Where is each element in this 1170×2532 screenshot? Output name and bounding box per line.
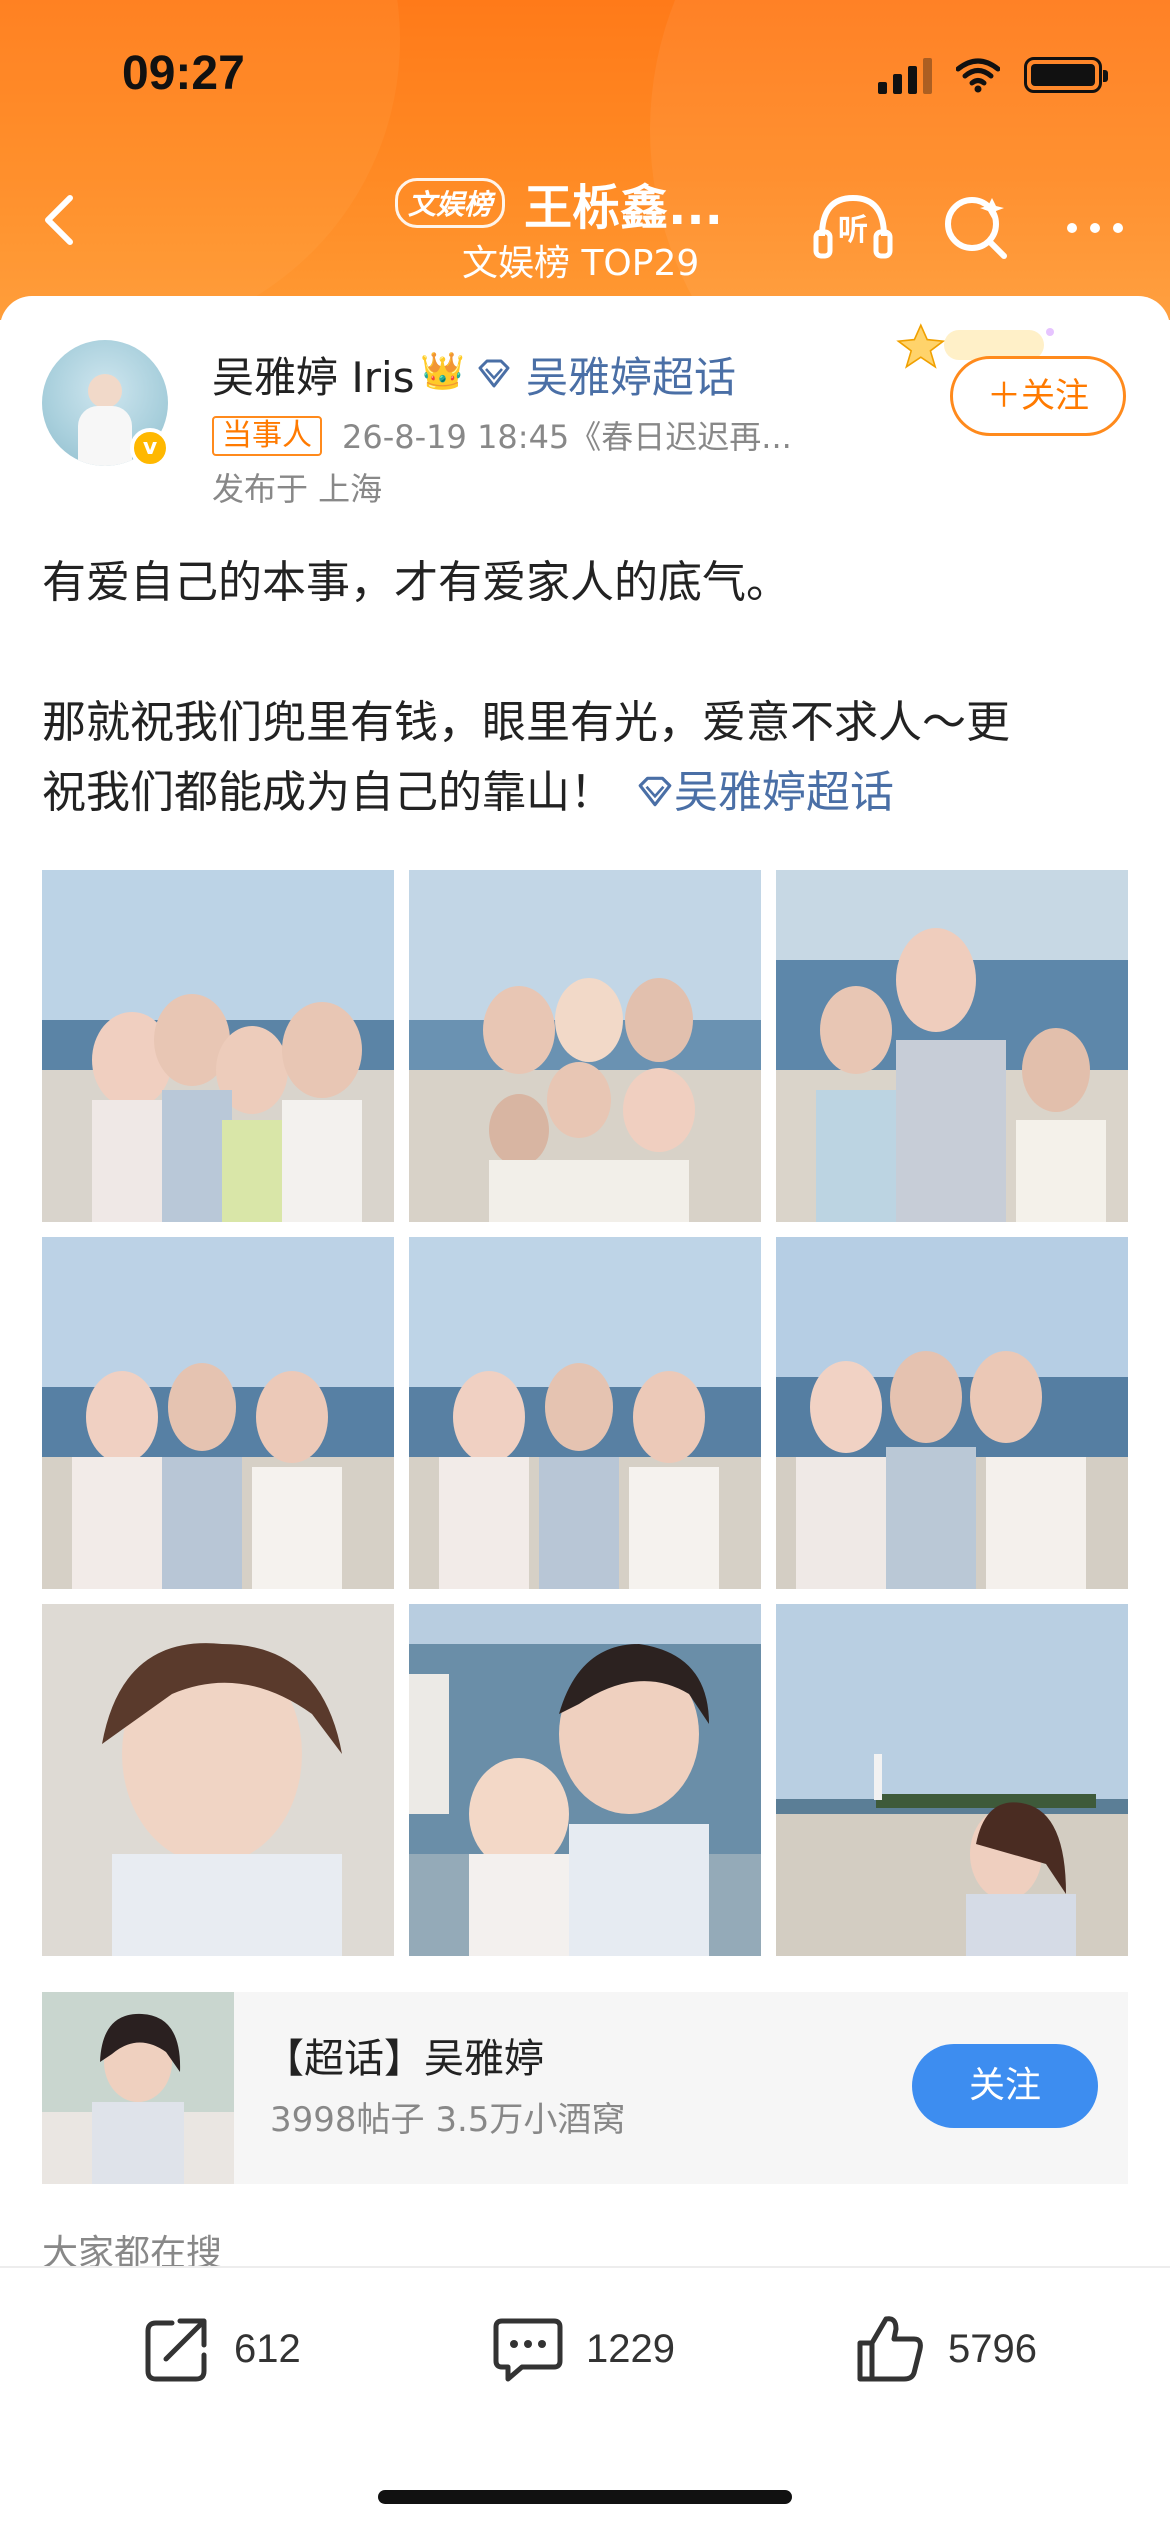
supertopic-stats: 3998帖子 3.5万小酒窝 (270, 2100, 626, 2140)
party-tag: 当事人 (212, 416, 322, 456)
author-name[interactable]: 吴雅婷 Iris (212, 344, 415, 405)
supertopic-title: 【超话】吴雅婷 (264, 2036, 544, 2082)
post-text-line: 那就祝我们兜里有钱，眼里有光，爱意不求人～更 (42, 697, 1010, 748)
comment-icon (493, 2318, 563, 2382)
photo[interactable] (776, 1604, 1128, 1956)
photo[interactable] (409, 1237, 761, 1589)
like-count: 5796 (948, 2326, 1037, 2371)
status-icons (878, 56, 1108, 94)
photo[interactable] (42, 1237, 394, 1589)
like-button[interactable]: 5796 (850, 2304, 1037, 2394)
supertopic-card[interactable]: 【超话】吴雅婷 3998帖子 3.5万小酒窝 关注 (42, 1992, 1128, 2184)
top-header: 09:27 文娱榜 王栎鑫... 文娱榜 TOP29 听 (0, 0, 1170, 320)
listen-icon[interactable]: 听 (808, 180, 898, 270)
photo[interactable] (42, 1604, 394, 1956)
battery-icon (1024, 57, 1108, 93)
supertopic-diamond-icon (478, 359, 510, 388)
inline-supertopic-link[interactable]: 吴雅婷超话 (674, 767, 894, 818)
ranking-subtitle: 文娱榜 TOP29 (462, 243, 700, 284)
like-icon (857, 2316, 923, 2382)
supertopic-follow-button[interactable]: 关注 (912, 2044, 1098, 2128)
supertopic-thumbnail (42, 1992, 234, 2184)
crown-icon: 👑 (420, 351, 465, 392)
post-text: 有爱自己的本事，才有爱家人的底气。 那就祝我们兜里有钱，眼里有光，爱意不求人～更… (42, 548, 1132, 828)
photo[interactable] (776, 1237, 1128, 1589)
page-title: 文娱榜 王栎鑫... (395, 168, 795, 238)
home-indicator (378, 2490, 792, 2504)
photo[interactable] (42, 870, 394, 1222)
post-text-line: 有爱自己的本事，才有爱家人的底气。 (42, 557, 790, 608)
share-count: 612 (234, 2326, 301, 2371)
supertopic-diamond-icon (638, 776, 672, 807)
search-icon[interactable] (930, 180, 1020, 270)
share-button[interactable]: 612 (136, 2304, 301, 2394)
ranking-badge: 文娱榜 (395, 178, 506, 228)
share-icon (145, 2318, 207, 2382)
photo[interactable] (409, 870, 761, 1222)
supertopic-link[interactable]: 吴雅婷超话 (526, 344, 736, 405)
more-icon[interactable] (1050, 180, 1140, 270)
post-location: 发布于 上海 (212, 470, 383, 508)
photo[interactable] (409, 1604, 761, 1956)
signal-icon (878, 56, 932, 94)
comment-button[interactable]: 1229 (488, 2304, 675, 2394)
follow-button[interactable]: ＋关注 (950, 356, 1126, 436)
status-time: 09:27 (122, 47, 245, 100)
back-icon[interactable] (32, 190, 92, 250)
photo[interactable] (776, 870, 1128, 1222)
title-text: 王栎鑫... (524, 180, 723, 236)
verified-icon: v (130, 428, 170, 468)
comment-count: 1229 (586, 2326, 675, 2371)
wifi-icon (956, 58, 1000, 93)
svg-text:听: 听 (838, 213, 868, 248)
post-meta[interactable]: 26-8-19 18:45《春日迟迟再... (342, 412, 842, 458)
post-text-line: 祝我们都能成为自己的靠山！ (42, 767, 614, 818)
